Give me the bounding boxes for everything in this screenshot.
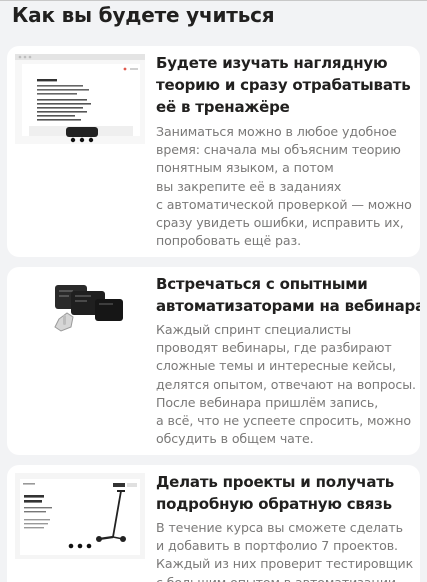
feature-card-projects: Делать проекты и получать подробную обра… bbox=[7, 465, 420, 582]
card-title: Делать проекты и получать подробную обра… bbox=[156, 473, 395, 513]
card-title: Встречаться с опытными автоматизаторами … bbox=[156, 275, 420, 315]
card-description: Каждый спринт специалисты проводят вебин… bbox=[156, 322, 416, 447]
trainer-illustration bbox=[15, 54, 145, 144]
top-divider bbox=[0, 0, 427, 1]
card-description: В течение курса вы сможете сделать и доб… bbox=[156, 520, 414, 582]
card-title: Будете изучать наглядную теорию и сразу … bbox=[156, 54, 411, 116]
feature-card-trainer: Будете изучать наглядную теорию и сразу … bbox=[7, 46, 420, 257]
feature-card-webinars: Встречаться с опытными автоматизаторами … bbox=[7, 267, 420, 455]
projects-illustration bbox=[15, 473, 145, 559]
section-heading: Как вы будете учиться bbox=[12, 3, 275, 27]
card-description: Заниматься можно в любое удобное время: … bbox=[156, 124, 412, 249]
webinar-illustration bbox=[15, 277, 145, 337]
